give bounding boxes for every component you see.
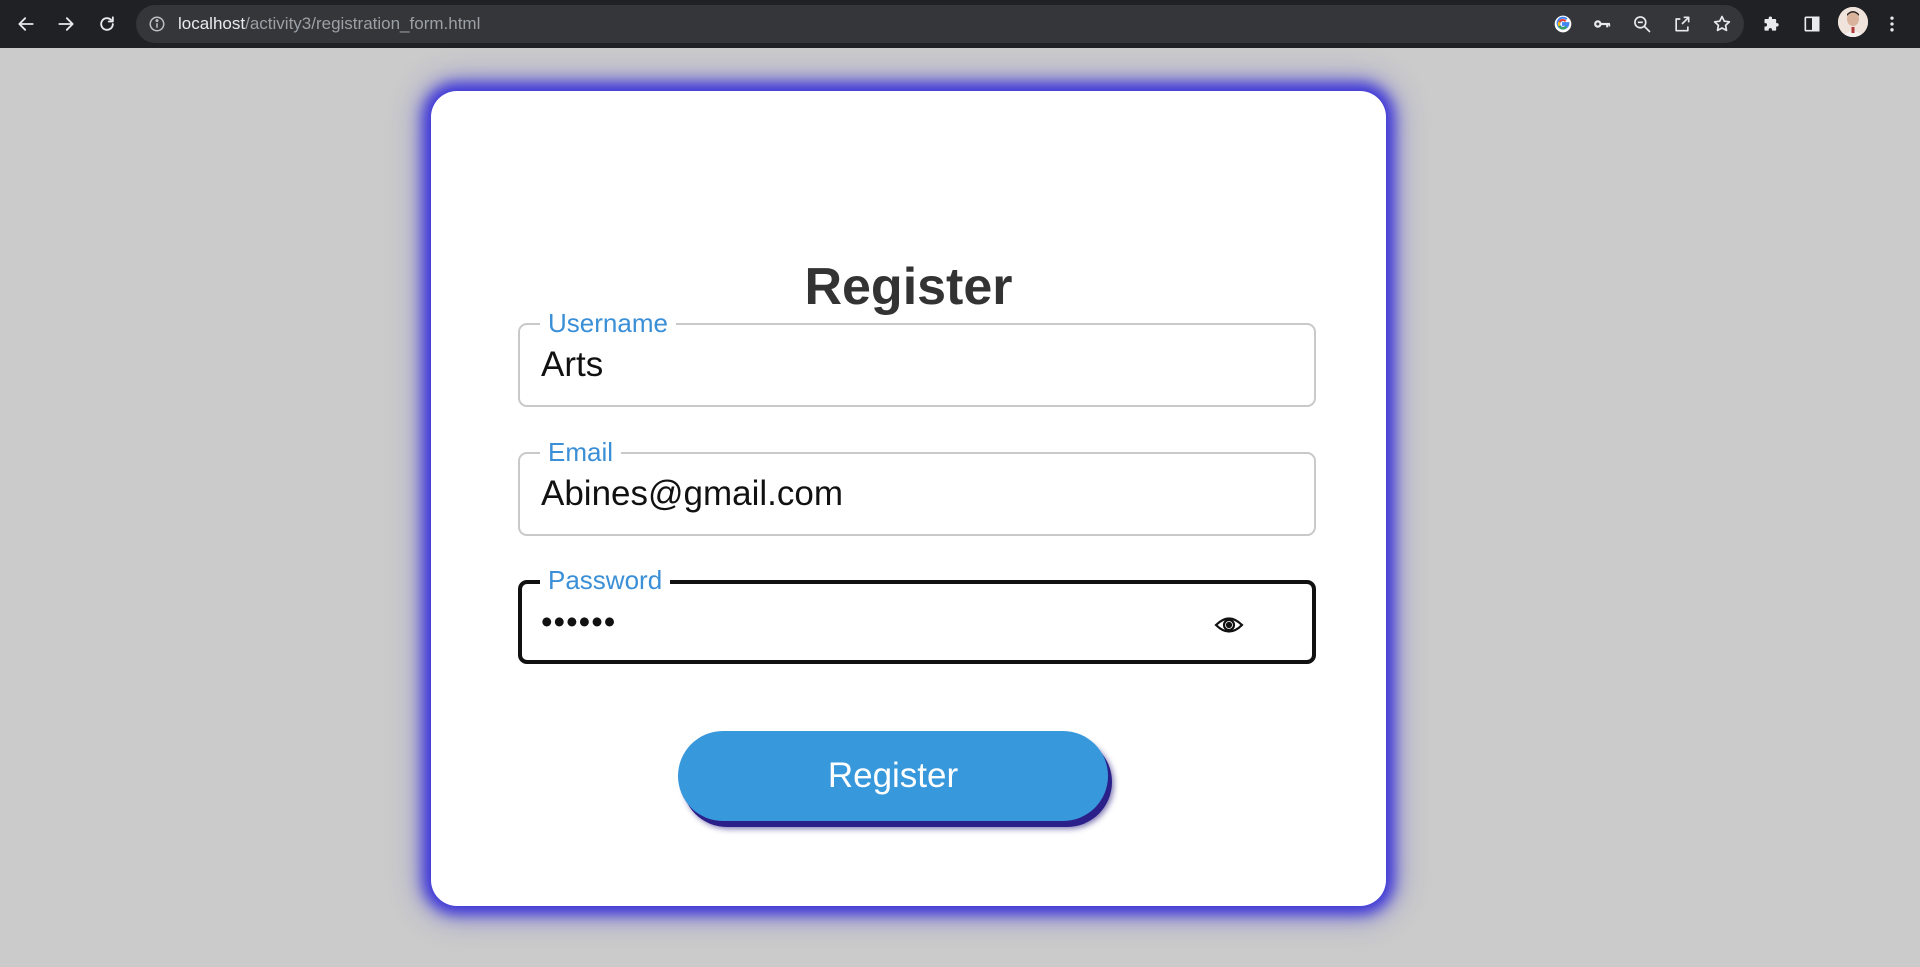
arrow-right-icon xyxy=(58,17,74,31)
share-button[interactable] xyxy=(1669,11,1695,37)
zoom-out-icon xyxy=(1634,16,1651,33)
password-field[interactable]: Password •••••• xyxy=(518,565,1316,664)
avatar-image xyxy=(1838,7,1868,37)
refresh-icon xyxy=(100,16,114,31)
forward-button[interactable] xyxy=(48,6,84,42)
star-icon xyxy=(1713,15,1731,32)
password-manager-button[interactable] xyxy=(1589,11,1615,37)
url-path: /activity3/registration_form.html xyxy=(245,14,481,33)
extensions-button[interactable] xyxy=(1754,6,1790,42)
arrow-left-icon xyxy=(18,17,34,31)
puzzle-icon xyxy=(1764,16,1779,31)
username-field[interactable]: Username Arts xyxy=(518,308,1316,407)
eye-icon[interactable] xyxy=(1214,614,1244,636)
google-logo-icon xyxy=(1554,15,1572,33)
side-panel-button[interactable] xyxy=(1794,6,1830,42)
register-button[interactable]: Register xyxy=(678,731,1108,821)
username-input[interactable]: Arts xyxy=(541,325,603,405)
form-title: Register xyxy=(804,258,1013,316)
address-bar[interactable]: localhost/activity3/registration_form.ht… xyxy=(136,5,1744,43)
registration-card: Register Username Arts Email Abines@gmai… xyxy=(431,91,1386,906)
url-host: localhost xyxy=(178,14,246,33)
reload-button[interactable] xyxy=(89,6,125,42)
password-input[interactable]: •••••• xyxy=(541,582,616,662)
bookmark-button[interactable] xyxy=(1709,11,1735,37)
zoom-button[interactable] xyxy=(1629,11,1655,37)
email-input[interactable]: Abines@gmail.com xyxy=(541,454,843,534)
browser-menu-button[interactable] xyxy=(1874,6,1910,42)
browser-toolbar: localhost/activity3/registration_form.ht… xyxy=(0,0,1920,48)
kebab-icon xyxy=(1890,16,1894,32)
url-text[interactable]: localhost/activity3/registration_form.ht… xyxy=(178,5,480,43)
info-circle-icon[interactable] xyxy=(148,15,166,33)
side-panel-icon xyxy=(1804,16,1820,32)
key-icon xyxy=(1594,20,1611,28)
profile-avatar[interactable] xyxy=(1838,7,1868,37)
google-lens-button[interactable] xyxy=(1550,11,1576,37)
back-button[interactable] xyxy=(8,6,44,42)
email-field[interactable]: Email Abines@gmail.com xyxy=(518,437,1316,536)
share-icon xyxy=(1675,16,1690,32)
